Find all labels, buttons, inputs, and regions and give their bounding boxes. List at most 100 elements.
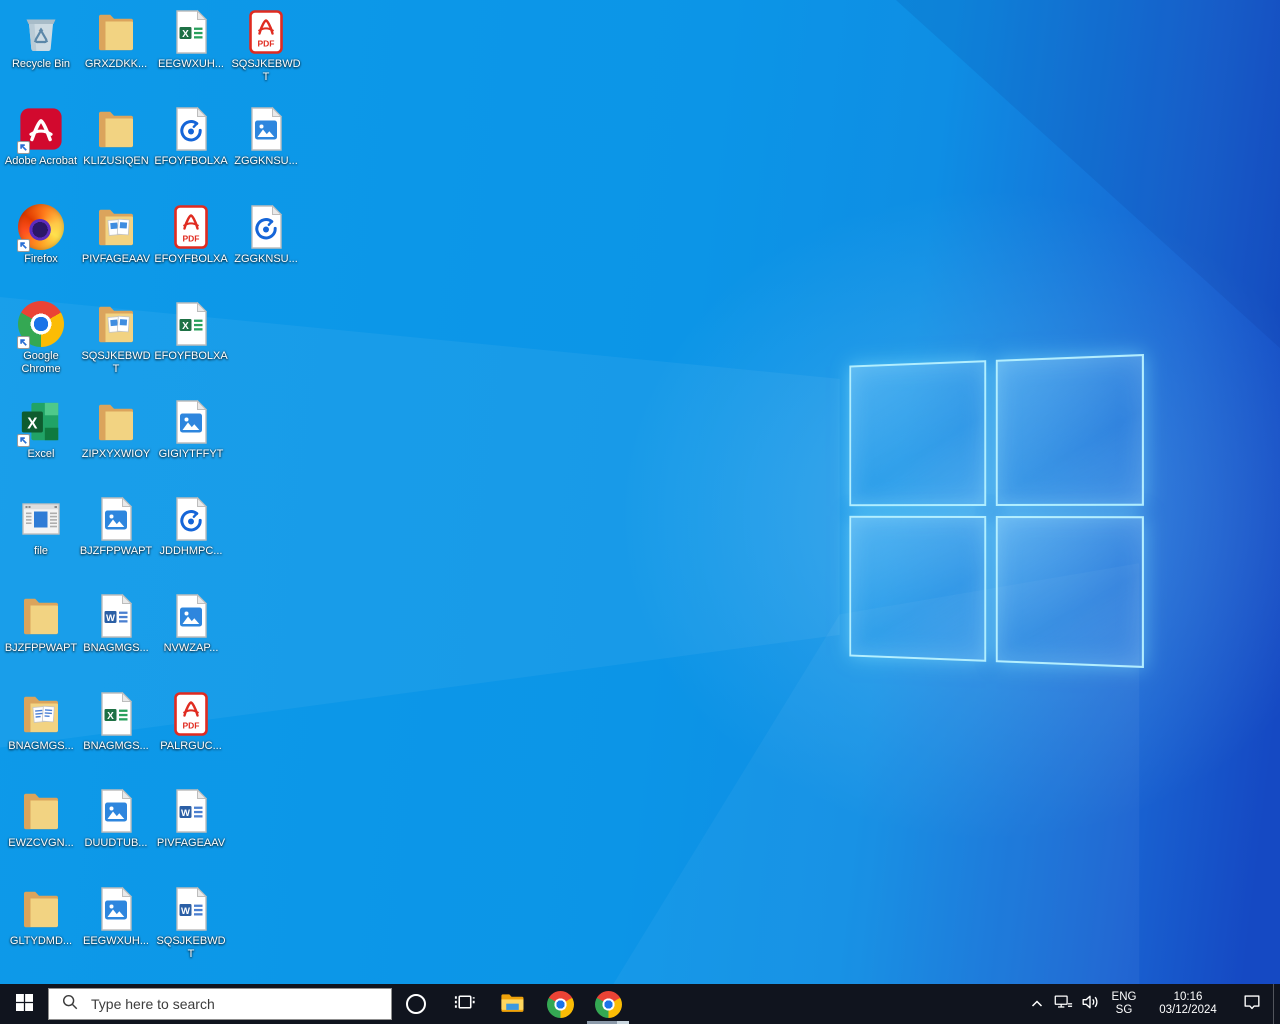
svg-text:X: X bbox=[182, 321, 189, 332]
action-center-icon bbox=[1242, 992, 1262, 1017]
desktop-icon-label: BJZFPPWAPT bbox=[4, 642, 78, 655]
svg-text:W: W bbox=[181, 905, 190, 916]
desktop-icon-eegwxuh[interactable]: EEGWXUH... bbox=[79, 885, 153, 948]
desktop-icon-file[interactable]: file bbox=[4, 495, 78, 558]
chrome-taskbar-button-active[interactable] bbox=[584, 984, 632, 1024]
folder-icon bbox=[92, 8, 140, 56]
volume-icon bbox=[1080, 992, 1100, 1017]
shortcut-arrow-icon bbox=[17, 433, 30, 447]
task-view-button[interactable] bbox=[440, 984, 488, 1024]
svg-text:X: X bbox=[107, 711, 114, 722]
show-desktop-button[interactable] bbox=[1273, 984, 1280, 1024]
image-file-icon bbox=[242, 105, 290, 153]
network-button[interactable] bbox=[1049, 984, 1076, 1024]
desktop-icon-label: ZGGKNSU... bbox=[234, 252, 298, 265]
desktop-icon-sqsjkebwdt[interactable]: W SQSJKEBWDT bbox=[154, 885, 228, 961]
desktop-icon-gltydmd[interactable]: GLTYDMD... bbox=[4, 885, 78, 948]
desktop-icon-nvwzap[interactable]: NVWZAP... bbox=[154, 592, 228, 655]
desktop-icon-bjzfppwapt[interactable]: BJZFPPWAPT bbox=[4, 592, 78, 655]
desktop-icon-label: EFOYFBOLXA bbox=[154, 155, 228, 168]
cortana-button[interactable] bbox=[392, 984, 440, 1024]
desktop-icon-label: BJZFPPWAPT bbox=[79, 545, 153, 557]
desktop-icon-klizusiqen[interactable]: KLIZUSIQEN bbox=[79, 105, 153, 168]
desktop-icon-sqsjkebwdt[interactable]: PDF SQSJKEBWDT bbox=[229, 8, 303, 84]
desktop-icon-google-chrome[interactable]: Google Chrome bbox=[4, 300, 78, 376]
network-icon bbox=[1053, 992, 1073, 1017]
show-hidden-icons-button[interactable] bbox=[1025, 984, 1049, 1024]
image-file-icon bbox=[92, 495, 140, 543]
desktop-icon-efoyfbolxa[interactable]: PDF EFOYFBOLXA bbox=[154, 203, 228, 266]
desktop-icon-excel[interactable]: X Excel bbox=[4, 398, 78, 461]
cortana-icon bbox=[406, 994, 426, 1014]
search-input[interactable] bbox=[79, 995, 391, 1013]
desktop-icon-label: PIVFAGEAAV bbox=[81, 252, 151, 265]
desktop-icon-label: ZGGKNSU... bbox=[234, 155, 298, 168]
task-view-icon bbox=[453, 991, 476, 1017]
desktop-icon-pivfageaav[interactable]: PIVFAGEAAV bbox=[79, 203, 153, 266]
desktop-icon-firefox[interactable]: Firefox bbox=[4, 203, 78, 266]
desktop-icon-grid: Recycle Bin GRXZDKK... X EEGWXUH... PDF S… bbox=[0, 0, 1280, 984]
word-file-icon: W bbox=[92, 592, 140, 640]
language-indicator[interactable]: ENG SG bbox=[1103, 984, 1145, 1024]
pdf-file-icon: PDF bbox=[167, 690, 215, 738]
media-file-icon bbox=[167, 495, 215, 543]
windows-desktop: Recycle Bin GRXZDKK... X EEGWXUH... PDF S… bbox=[0, 0, 1280, 1024]
desktop-icon-duudtub[interactable]: DUUDTUB... bbox=[79, 787, 153, 850]
svg-text:PDF: PDF bbox=[183, 720, 200, 730]
recycle-bin-icon bbox=[17, 8, 65, 56]
image-file-icon bbox=[167, 592, 215, 640]
excel-file-icon: X bbox=[92, 690, 140, 738]
desktop-icon-label: SQSJKEBWDT bbox=[231, 58, 301, 83]
desktop-icon-bnagmgs[interactable]: X BNAGMGS... bbox=[79, 690, 153, 753]
desktop-icon-label: EWZCVGN... bbox=[8, 837, 74, 850]
chrome-icon bbox=[594, 990, 622, 1018]
start-button[interactable] bbox=[0, 984, 48, 1024]
desktop-icon-zggknsu[interactable]: ZGGKNSU... bbox=[229, 105, 303, 168]
desktop-icon-efoyfbolxa[interactable]: EFOYFBOLXA bbox=[154, 105, 228, 168]
desktop-icon-recycle-bin[interactable]: Recycle Bin bbox=[4, 8, 78, 71]
desktop-icon-label: BNAGMGS... bbox=[83, 642, 149, 655]
image-file-icon bbox=[92, 885, 140, 933]
desktop-icon-grxzdkk[interactable]: GRXZDKK... bbox=[79, 8, 153, 71]
desktop-icon-eegwxuh[interactable]: X EEGWXUH... bbox=[154, 8, 228, 71]
taskbar-search[interactable] bbox=[48, 988, 392, 1020]
folder-icon bbox=[92, 105, 140, 153]
volume-button[interactable] bbox=[1076, 984, 1103, 1024]
desktop-icon-bjzfppwapt[interactable]: BJZFPPWAPT bbox=[79, 495, 153, 558]
desktop-icon-label: EFOYFBOLXA bbox=[154, 252, 228, 265]
shortcut-arrow-icon bbox=[17, 336, 30, 350]
desktop-icon-zggknsu[interactable]: ZGGKNSU... bbox=[229, 203, 303, 266]
desktop-icon-pivfageaav[interactable]: W PIVFAGEAAV bbox=[154, 787, 228, 850]
desktop-icon-label: Excel bbox=[27, 447, 55, 460]
desktop-icon-label: PALRGUC... bbox=[160, 739, 222, 752]
desktop-icon-label: SQSJKEBWDT bbox=[156, 934, 226, 960]
desktop-icon-palrguc[interactable]: PDF PALRGUC... bbox=[154, 690, 228, 753]
file-explorer-button[interactable] bbox=[488, 984, 536, 1024]
svg-text:W: W bbox=[106, 613, 115, 624]
window-file-icon bbox=[17, 495, 65, 543]
desktop-icon-label: DUUDTUB... bbox=[84, 837, 148, 850]
chrome-taskbar-button[interactable] bbox=[536, 984, 584, 1024]
word-file-icon: W bbox=[167, 885, 215, 933]
desktop-icon-bnagmgs[interactable]: BNAGMGS... bbox=[4, 690, 78, 753]
desktop-icon-gigiytffyt[interactable]: GIGIYTFFYT bbox=[154, 398, 228, 461]
desktop-icon-label: NVWZAP... bbox=[163, 642, 219, 655]
desktop-icon-zipxyxwioy[interactable]: ZIPXYXWIOY bbox=[79, 398, 153, 461]
desktop-icon-label: file bbox=[33, 545, 49, 557]
desktop-icon-label: GRXZDKK... bbox=[84, 58, 148, 70]
desktop-icon-jddhmpc[interactable]: JDDHMPC... bbox=[154, 495, 228, 558]
desktop-icon-label: EEGWXUH... bbox=[82, 934, 149, 947]
action-center-button[interactable] bbox=[1231, 984, 1273, 1024]
desktop-icon-adobe-acrobat[interactable]: Adobe Acrobat bbox=[4, 105, 78, 168]
firefox-app-icon bbox=[17, 203, 65, 252]
desktop-icon-ewzcvgn[interactable]: EWZCVGN... bbox=[4, 787, 78, 850]
file-explorer-icon bbox=[499, 989, 526, 1019]
desktop-icon-label: ZIPXYXWIOY bbox=[81, 447, 151, 460]
pdf-file-icon: PDF bbox=[167, 203, 215, 251]
desktop-icon-label: EEGWXUH... bbox=[157, 58, 224, 70]
desktop-icon-efoyfbolxa[interactable]: X EFOYFBOLXA bbox=[154, 300, 228, 363]
chrome-icon bbox=[546, 990, 574, 1018]
desktop-icon-sqsjkebwdt[interactable]: SQSJKEBWDT bbox=[79, 300, 153, 376]
clock[interactable]: 10:16 03/12/2024 bbox=[1145, 984, 1231, 1024]
desktop-icon-bnagmgs[interactable]: W BNAGMGS... bbox=[79, 592, 153, 655]
